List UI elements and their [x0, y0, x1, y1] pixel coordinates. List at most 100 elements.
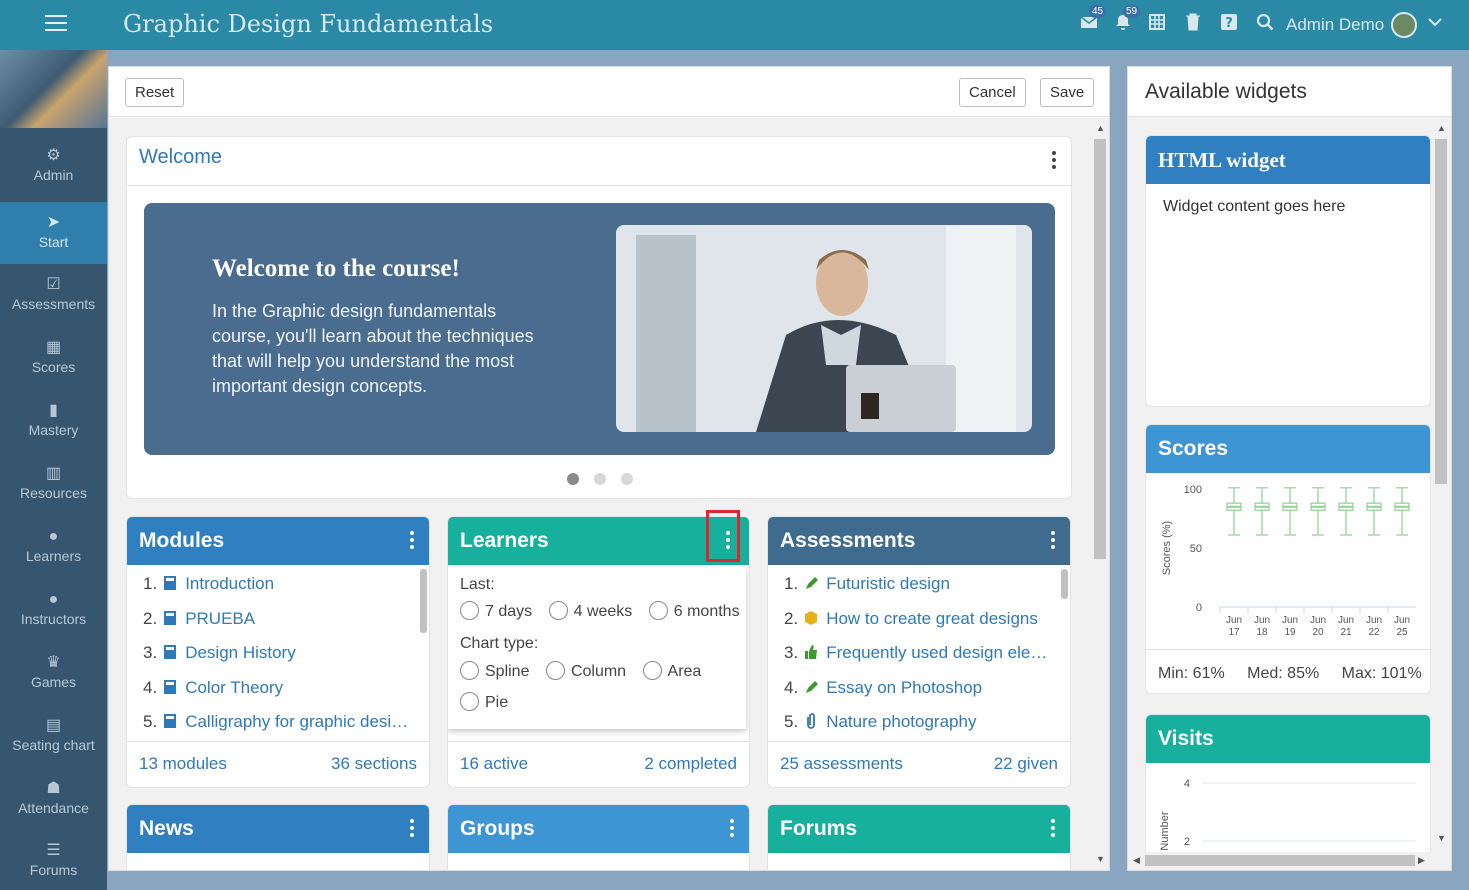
sidebar-item-games[interactable]: ♛ Games — [0, 642, 107, 704]
list-scrollbar[interactable] — [1061, 569, 1068, 599]
y-tick-label: 50 — [1190, 543, 1202, 555]
cancel-button[interactable]: Cancel — [959, 78, 1026, 107]
list-scrollbar[interactable] — [420, 569, 427, 633]
scroll-thumb[interactable] — [1435, 139, 1447, 484]
carousel-dot[interactable] — [594, 473, 606, 485]
avatar[interactable] — [1391, 12, 1417, 38]
list-item[interactable]: 4. Color Theory — [127, 671, 429, 706]
trash-icon[interactable] — [1182, 13, 1204, 35]
calendar-icon[interactable] — [1146, 13, 1168, 35]
scroll-up-icon[interactable]: ▲ — [1096, 123, 1105, 133]
period-option-label[interactable]: 6 months — [674, 603, 740, 620]
sidebar-item-assessments[interactable]: ☑ Assessments — [0, 264, 107, 326]
assessment-link[interactable]: Futuristic design — [826, 574, 950, 593]
sections-count[interactable]: 36 sections — [331, 754, 417, 774]
assessments-count[interactable]: 25 assessments — [780, 754, 903, 774]
list-item[interactable]: 3. Frequently used design ele… — [768, 636, 1070, 671]
chart-option-label[interactable]: Spline — [485, 663, 529, 680]
period-radio[interactable] — [548, 601, 568, 620]
sidebar-item-learners[interactable]: ● Learners — [0, 516, 107, 578]
carousel-dot[interactable] — [621, 473, 633, 485]
carousel-dot-active[interactable] — [567, 473, 579, 485]
scroll-down-icon[interactable]: ▼ — [1437, 833, 1446, 843]
list-item[interactable]: 4. Essay on Photoshop — [768, 671, 1070, 706]
scroll-up-icon[interactable]: ▲ — [1437, 123, 1446, 133]
assessment-link[interactable]: Essay on Photoshop — [826, 678, 982, 697]
modules-count[interactable]: 13 modules — [139, 754, 227, 774]
forums-menu-icon[interactable] — [1050, 819, 1056, 839]
chart-type-radio[interactable] — [460, 692, 479, 711]
chart-option-label[interactable]: Area — [668, 663, 702, 680]
attendance-icon: ☗ — [46, 780, 61, 797]
sidebar-item-attendance[interactable]: ☗ Attendance — [0, 768, 107, 830]
sidebar-item-admin[interactable]: ⚙ Admin — [0, 135, 107, 197]
chart-type-radio[interactable] — [460, 661, 479, 680]
active-count[interactable]: 16 active — [460, 754, 528, 774]
module-link[interactable]: Design History — [185, 643, 296, 662]
navigation-arrow-icon: ➤ — [46, 214, 61, 231]
right-vertical-scrollbar[interactable]: ▲ ▼ — [1432, 119, 1450, 849]
module-link[interactable]: PRUEBA — [185, 609, 255, 628]
chart-option-label[interactable]: Column — [571, 663, 626, 680]
sidebar-item-seating-chart[interactable]: ▤ Seating chart — [0, 705, 107, 767]
save-button[interactable]: Save — [1040, 78, 1095, 107]
bell-icon[interactable]: 59 — [1112, 5, 1141, 35]
assessment-link[interactable]: Nature photography — [826, 712, 976, 731]
welcome-menu-icon[interactable] — [1051, 151, 1057, 171]
messages-icon[interactable]: 45 — [1078, 5, 1107, 35]
period-option-label[interactable]: 7 days — [485, 603, 532, 620]
list-item[interactable]: 5. Nature photography — [768, 705, 1070, 740]
list-item[interactable]: 5. Calligraphy for graphic desi… — [127, 705, 429, 740]
main-scrollbar[interactable]: ▲ ▼ — [1091, 118, 1109, 870]
sidebar-item-start[interactable]: ➤ Start — [0, 202, 107, 264]
course-thumbnail[interactable] — [0, 50, 107, 128]
modules-menu-icon[interactable] — [409, 531, 415, 551]
scores-widget-card[interactable]: Scores 0 50 100 Scores (%) Jun 17 Jun 18 Jun 19 Ju… — [1145, 424, 1431, 694]
completed-count[interactable]: 2 completed — [644, 754, 737, 774]
chart-option-label[interactable]: Pie — [485, 694, 508, 711]
period-radio[interactable] — [460, 601, 479, 620]
list-item[interactable]: 2. How to create great designs — [768, 602, 1070, 637]
scroll-down-icon[interactable]: ▼ — [1096, 854, 1105, 864]
given-count[interactable]: 22 given — [994, 754, 1058, 774]
chart-type-radio[interactable] — [545, 661, 565, 680]
period-option-label[interactable]: 4 weeks — [574, 603, 633, 620]
assessments-menu-icon[interactable] — [1050, 531, 1056, 551]
assessment-link[interactable]: Frequently used design ele… — [826, 643, 1047, 662]
sidebar-item-forums[interactable]: ☰ Forums — [0, 830, 107, 890]
period-radio[interactable] — [648, 601, 668, 620]
module-link[interactable]: Color Theory — [185, 678, 283, 697]
groups-menu-icon[interactable] — [729, 819, 735, 839]
list-item[interactable]: 2. PRUEBA — [127, 602, 429, 637]
news-menu-icon[interactable] — [409, 819, 415, 839]
news-title: News — [139, 817, 194, 840]
sidebar-item-instructors[interactable]: ● Instructors — [0, 579, 107, 641]
scroll-right-icon[interactable]: ▶ — [1418, 855, 1425, 866]
chart-type-radio[interactable] — [642, 661, 662, 680]
module-link[interactable]: Calligraphy for graphic desi… — [185, 712, 408, 731]
scroll-thumb[interactable] — [1145, 855, 1415, 866]
sidebar-item-scores[interactable]: ▦ Scores — [0, 327, 107, 389]
scroll-left-icon[interactable]: ◀ — [1133, 855, 1140, 866]
thumbs-up-icon — [804, 638, 818, 659]
visits-widget-card[interactable]: Visits 2 4 Number — [1145, 714, 1431, 864]
sidebar-item-resources[interactable]: ▥ Resources — [0, 453, 107, 515]
list-item[interactable]: 1. Introduction — [127, 567, 429, 602]
help-icon[interactable]: ? — [1218, 13, 1240, 35]
x-tick-label: Jun — [1282, 615, 1298, 626]
module-link[interactable]: Introduction — [185, 574, 274, 593]
right-horizontal-scrollbar[interactable]: ◀ ▶ — [1130, 852, 1432, 869]
available-widgets-title: Available widgets — [1145, 80, 1307, 103]
search-icon[interactable] — [1254, 13, 1276, 35]
chevron-down-icon[interactable] — [1428, 14, 1442, 31]
assessment-link[interactable]: How to create great designs — [826, 609, 1038, 628]
html-widget-card[interactable]: HTML widget Widget content goes here — [1145, 135, 1431, 407]
menu-icon[interactable] — [45, 15, 67, 35]
learners-menu-icon[interactable] — [725, 531, 731, 551]
reset-button[interactable]: Reset — [125, 78, 185, 107]
scroll-thumb[interactable] — [1094, 139, 1106, 559]
list-item[interactable]: 3. Design History — [127, 636, 429, 671]
sidebar-item-mastery[interactable]: ▮ Mastery — [0, 390, 107, 452]
list-item[interactable]: 1. Futuristic design — [768, 567, 1070, 602]
user-name[interactable]: Admin Demo — [1286, 15, 1384, 35]
